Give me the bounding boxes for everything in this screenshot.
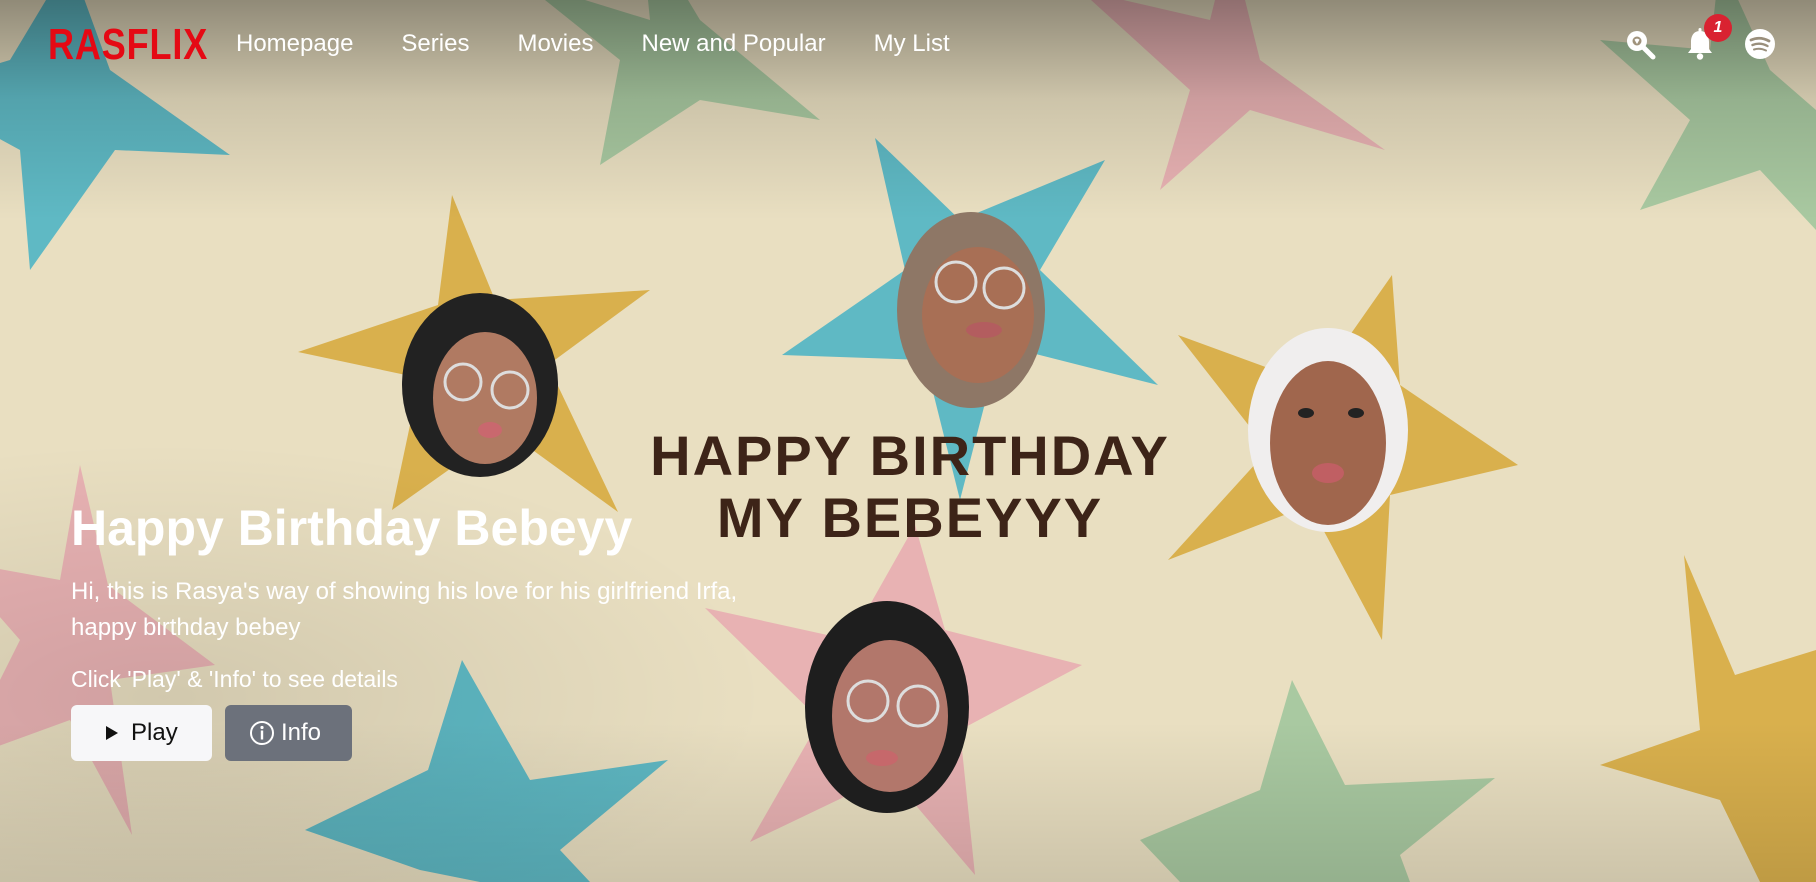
- hero-title: Happy Birthday Bebeyy: [71, 500, 633, 556]
- info-label: Info: [281, 719, 322, 746]
- photo-face-4: [805, 601, 969, 813]
- nav-item-new-and-popular[interactable]: New and Popular: [641, 30, 825, 58]
- banner-line-1: HAPPY BIRTHDAY: [650, 424, 1170, 487]
- search-button[interactable]: [1624, 28, 1656, 60]
- photo-face-1: [402, 293, 558, 477]
- top-navbar: RASFLIX Homepage Series Movies New and P…: [0, 0, 1816, 94]
- play-label: Play: [131, 719, 178, 746]
- hero-description: Hi, this is Rasya's way of showing his l…: [71, 578, 738, 641]
- hero-buttons: Play Info: [71, 705, 791, 761]
- header-icons: 1: [1624, 14, 1776, 60]
- nav-item-homepage[interactable]: Homepage: [236, 30, 353, 58]
- notification-badge: 1: [1704, 14, 1732, 42]
- main-menu: Homepage Series Movies New and Popular M…: [236, 30, 950, 58]
- profile-button[interactable]: [1744, 28, 1776, 60]
- hero-content: Happy Birthday Bebeyy Hi, this is Rasya'…: [71, 500, 791, 761]
- nav-item-my-list[interactable]: My List: [874, 30, 950, 58]
- info-icon: [250, 721, 274, 745]
- play-icon: [106, 726, 118, 740]
- photo-face-3: [1248, 328, 1408, 532]
- nav-item-series[interactable]: Series: [401, 30, 469, 58]
- hero-stage: HAPPY BIRTHDAY MY BEBEYYY RASFLIX Homepa…: [0, 0, 1816, 882]
- search-icon: [1627, 31, 1656, 60]
- notifications-button[interactable]: 1: [1684, 14, 1732, 60]
- hero-hint: Click 'Play' & 'Info' to see details: [71, 666, 398, 692]
- nav-item-movies[interactable]: Movies: [517, 30, 593, 58]
- info-button[interactable]: Info: [225, 705, 352, 761]
- photo-face-2: [897, 212, 1045, 408]
- play-button[interactable]: Play: [71, 705, 212, 761]
- rasflix-logo[interactable]: RASFLIX: [48, 20, 208, 70]
- spotify-icon: [1745, 29, 1775, 59]
